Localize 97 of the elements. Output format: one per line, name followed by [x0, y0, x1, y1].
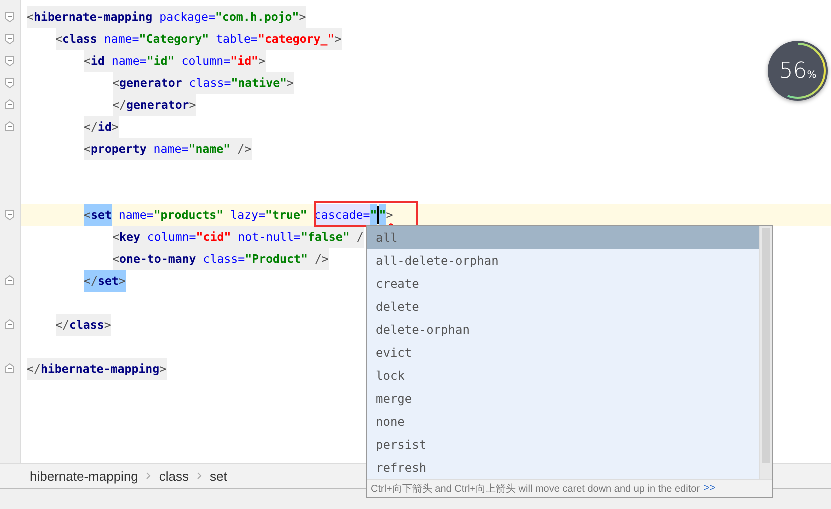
- code-token: >: [160, 361, 167, 378]
- completion-item[interactable]: persist: [367, 433, 759, 456]
- code-token: /: [356, 229, 364, 246]
- fold-marker-icon[interactable]: [4, 99, 16, 111]
- scrollbar[interactable]: [759, 226, 772, 479]
- code-token: set: [90, 204, 112, 226]
- code-token: "native": [231, 75, 288, 92]
- chevron-icon: [146, 472, 152, 480]
- code-token: name=: [103, 31, 140, 48]
- fold-marker-icon[interactable]: [4, 77, 16, 89]
- code-token: name=: [152, 141, 189, 158]
- code-token: "true": [266, 207, 308, 224]
- fold-marker-icon[interactable]: [4, 275, 16, 287]
- breadcrumb-item[interactable]: hibernate-mapping: [30, 468, 138, 484]
- code-token: <: [27, 9, 34, 26]
- code-token: >: [189, 97, 196, 114]
- code-token: <: [84, 141, 91, 158]
- fold-marker-icon[interactable]: [4, 121, 16, 133]
- completion-item[interactable]: lock: [367, 364, 759, 387]
- code-token: />: [236, 141, 252, 158]
- meter-unit: %: [807, 70, 817, 80]
- code-token: ": [370, 204, 378, 226]
- meter-value: 56: [779, 58, 808, 84]
- code-token: id: [98, 119, 112, 136]
- fold-marker-icon[interactable]: [4, 33, 16, 45]
- breadcrumb-item[interactable]: set: [210, 468, 228, 484]
- code-token: column=: [146, 229, 196, 246]
- code-token: not-null=: [237, 229, 301, 246]
- code-token: </: [84, 270, 98, 292]
- code-token: ": [379, 204, 386, 226]
- code-token: "id": [230, 53, 259, 70]
- code-token: <: [112, 75, 120, 92]
- breadcrumb-item[interactable]: class: [159, 468, 190, 484]
- fold-marker-icon[interactable]: [4, 363, 16, 375]
- hint-text: Ctrl+向下箭头 and Ctrl+向上箭头 will move caret down and up in the editor: [371, 482, 700, 496]
- code-token: class=: [202, 251, 246, 268]
- code-token: </: [27, 361, 41, 378]
- completion-item[interactable]: all: [367, 226, 759, 249]
- completion-item[interactable]: delete-orphan: [367, 318, 759, 341]
- code-token: class: [62, 31, 98, 48]
- code-token: "products": [154, 207, 224, 224]
- code-token: "category_": [258, 31, 335, 48]
- code-token: property: [90, 141, 147, 158]
- code-token: </: [84, 119, 98, 136]
- chevron-icon: [197, 472, 202, 480]
- code-token: <: [84, 53, 91, 70]
- completion-item[interactable]: none: [367, 410, 759, 433]
- code-token: "name": [188, 141, 231, 158]
- code-token: <: [56, 31, 62, 48]
- code-token: >: [386, 207, 394, 224]
- code-token: generator: [119, 75, 182, 92]
- code-token: <: [112, 251, 120, 268]
- code-token: column=: [180, 53, 231, 70]
- code-token: >: [287, 75, 294, 92]
- fold-marker-icon[interactable]: [4, 11, 16, 23]
- completion-item[interactable]: refresh: [367, 456, 759, 479]
- code-token: cascade=: [314, 204, 370, 226]
- code-token: </: [56, 317, 70, 334]
- code-token: table=: [215, 31, 258, 48]
- code-token: "cid": [196, 229, 232, 246]
- code-token: class: [69, 317, 104, 334]
- code-token: key: [119, 229, 140, 246]
- code-token: hibernate-mapping: [34, 9, 153, 26]
- code-token: generator: [126, 97, 190, 114]
- completion-item[interactable]: delete: [367, 295, 759, 318]
- completion-item[interactable]: create: [367, 272, 759, 295]
- completion-item[interactable]: evict: [367, 341, 759, 364]
- completion-item[interactable]: merge: [367, 387, 759, 410]
- code-token: id: [90, 53, 105, 70]
- code-token: "false": [301, 229, 350, 246]
- code-token: >: [334, 31, 342, 48]
- completion-item[interactable]: all-delete-orphan: [367, 249, 759, 272]
- code-token: hibernate-mapping: [40, 361, 160, 378]
- fold-marker-icon[interactable]: [4, 319, 16, 331]
- code-token: set: [98, 270, 119, 292]
- code-token: one-to-many: [119, 251, 196, 268]
- code-token: "id": [146, 53, 175, 70]
- code-token: </: [112, 97, 126, 114]
- code-token: >: [112, 119, 119, 136]
- code-token: <: [112, 229, 120, 246]
- code-token: <: [84, 204, 91, 226]
- code-token: package=: [158, 9, 216, 26]
- code-token: "com.h.pojo": [215, 9, 300, 26]
- code-token: >: [258, 53, 266, 70]
- text-caret: [377, 206, 380, 224]
- code-token: class=: [188, 75, 232, 92]
- fold-marker-icon[interactable]: [4, 209, 16, 221]
- code-token: "Category": [139, 31, 210, 48]
- code-token: >: [104, 317, 112, 334]
- fold-marker-icon[interactable]: [4, 55, 16, 67]
- hint-link[interactable]: >>: [704, 483, 716, 494]
- code-token: name=: [110, 53, 147, 70]
- code-token: />: [314, 251, 329, 268]
- code-token: lazy=: [230, 207, 266, 224]
- code-token: "Product": [245, 251, 308, 268]
- code-token: >: [299, 9, 306, 26]
- code-token: name=: [118, 207, 154, 224]
